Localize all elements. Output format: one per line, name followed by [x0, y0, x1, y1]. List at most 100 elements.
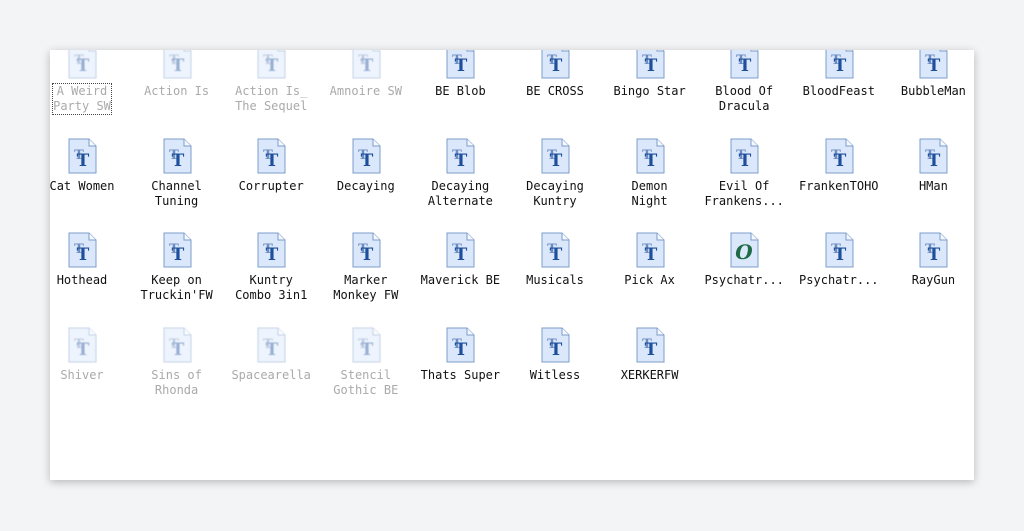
- file-item[interactable]: T T Psychatr...: [793, 231, 885, 288]
- file-name-label: XERKERFW: [620, 367, 679, 382]
- file-item[interactable]: T T Witless: [509, 326, 601, 383]
- svg-text:T: T: [171, 340, 184, 360]
- file-name-label: Musicals: [526, 273, 584, 287]
- svg-text:O: O: [735, 240, 753, 264]
- file-item[interactable]: T TA Weird Party SW: [50, 50, 128, 115]
- file-item[interactable]: T T Kuntry Combo 3in1: [225, 231, 317, 303]
- file-item[interactable]: T T Demon Night: [604, 137, 696, 209]
- svg-text:T: T: [550, 245, 563, 265]
- svg-text:T: T: [266, 151, 279, 171]
- svg-text:T: T: [928, 151, 941, 171]
- file-item[interactable]: T T Blood Of Dracula: [698, 50, 790, 114]
- file-item[interactable]: T T BloodFeast: [793, 50, 885, 99]
- opentype-font-icon: O: [728, 231, 760, 269]
- file-item[interactable]: T T Thats Super: [414, 326, 506, 383]
- truetype-font-icon: T T: [539, 137, 571, 175]
- truetype-font-icon: T T: [255, 137, 287, 175]
- file-item[interactable]: T T Action Is_ The Sequel: [225, 50, 317, 114]
- truetype-font-icon: T T: [161, 326, 193, 364]
- truetype-font-icon: T T: [917, 137, 949, 175]
- truetype-font-icon: T T: [255, 231, 287, 269]
- truetype-font-icon: T T: [255, 326, 287, 364]
- file-item[interactable]: T T Decaying Alternate: [414, 137, 506, 209]
- file-item[interactable]: T T Amnoire SW: [320, 50, 412, 99]
- file-name-label: Decaying: [336, 178, 395, 193]
- truetype-font-icon: T T: [66, 231, 98, 269]
- svg-text:T: T: [266, 56, 279, 76]
- truetype-font-icon: T T: [350, 50, 382, 80]
- truetype-font-icon: T T: [350, 326, 382, 364]
- file-name-label: Demon Night: [631, 178, 668, 208]
- truetype-font-icon: T T: [728, 137, 760, 175]
- svg-text:T: T: [171, 245, 184, 265]
- truetype-font-icon: T T: [350, 137, 382, 175]
- svg-text:T: T: [77, 56, 90, 76]
- file-item[interactable]: T T XERKERFW: [604, 326, 696, 383]
- svg-text:T: T: [833, 56, 846, 76]
- file-name-label: Amnoire SW: [329, 84, 402, 98]
- file-name-label: Corrupter: [238, 178, 304, 193]
- file-item[interactable]: T T HMan: [887, 137, 974, 194]
- svg-text:T: T: [644, 340, 657, 360]
- truetype-font-icon: T T: [444, 50, 476, 80]
- truetype-font-icon: T T: [634, 326, 666, 364]
- file-icon-view[interactable]: T TA Weird Party SW T T Action Is T T Acti…: [50, 50, 974, 480]
- svg-text:T: T: [550, 340, 563, 360]
- file-name-label: HMan: [918, 178, 948, 193]
- truetype-font-icon: T T: [539, 231, 571, 269]
- truetype-font-icon: T T: [66, 50, 98, 80]
- file-item[interactable]: T T RayGun: [887, 231, 974, 288]
- file-item[interactable]: T T Shiver: [50, 326, 128, 383]
- svg-text:T: T: [171, 56, 184, 76]
- file-item[interactable]: T T BubbleMan: [887, 50, 974, 99]
- file-item[interactable]: T T BE CROSS: [509, 50, 601, 99]
- truetype-font-icon: T T: [444, 137, 476, 175]
- svg-text:T: T: [360, 151, 373, 171]
- svg-text:T: T: [77, 245, 90, 265]
- file-item[interactable]: T T Decaying Kuntry: [509, 137, 601, 209]
- file-item[interactable]: T T Cat Women: [50, 137, 128, 194]
- file-item[interactable]: T T Action Is: [131, 50, 223, 99]
- svg-text:T: T: [833, 245, 846, 265]
- file-item[interactable]: T T Corrupter: [225, 137, 317, 194]
- file-name-label: Blood Of Dracula: [715, 84, 774, 113]
- file-name-label: Decaying Alternate: [427, 178, 493, 208]
- file-item[interactable]: T T Marker Monkey FW: [320, 231, 412, 303]
- file-name-label: Thats Super: [420, 367, 501, 382]
- file-name-label: Keep on Truckin'FW: [140, 273, 213, 302]
- truetype-font-icon: T T: [634, 231, 666, 269]
- file-item[interactable]: T T Bingo Star: [604, 50, 696, 99]
- file-item[interactable]: T T BE Blob: [414, 50, 506, 99]
- file-name-label: Bingo Star: [613, 84, 686, 98]
- svg-text:T: T: [171, 151, 184, 171]
- file-item[interactable]: T T Musicals: [509, 231, 601, 288]
- file-item[interactable]: T T Stencil Gothic BE: [320, 326, 412, 398]
- truetype-font-icon: T T: [161, 231, 193, 269]
- file-item[interactable]: T T Maverick BE: [414, 231, 506, 288]
- file-name-label: Decaying Kuntry: [526, 178, 584, 208]
- file-item[interactable]: T T Decaying: [320, 137, 412, 194]
- truetype-font-icon: T T: [161, 137, 193, 175]
- truetype-font-icon: T T: [539, 326, 571, 364]
- file-item[interactable]: T T Sins of Rhonda: [131, 326, 223, 398]
- file-item[interactable]: T T Channel Tuning: [131, 137, 223, 209]
- svg-text:T: T: [644, 56, 657, 76]
- file-name-label: Evil Of Frankens...: [704, 178, 784, 208]
- file-item[interactable]: T T Keep on Truckin'FW: [131, 231, 223, 303]
- file-name-label: RayGun: [911, 273, 956, 287]
- file-item[interactable]: T T Pick Ax: [604, 231, 696, 288]
- file-item[interactable]: T T Evil Of Frankens...: [698, 137, 790, 209]
- file-name-label: Channel Tuning: [151, 178, 202, 208]
- file-name-label: Action Is_ The Sequel: [235, 84, 308, 113]
- file-name-label: BloodFeast: [802, 84, 875, 98]
- truetype-font-icon: T T: [634, 50, 666, 80]
- file-item[interactable]: T T Spacearella: [225, 326, 317, 383]
- file-item[interactable]: T T FrankenTOHO: [793, 137, 885, 194]
- file-item[interactable]: O Psychatr...: [698, 231, 790, 288]
- svg-text:T: T: [266, 245, 279, 265]
- svg-text:T: T: [77, 151, 90, 171]
- truetype-font-icon: T T: [823, 137, 855, 175]
- file-name-label: Action Is: [144, 84, 210, 98]
- file-name-label: BE Blob: [435, 84, 486, 98]
- file-item[interactable]: T T Hothead: [50, 231, 128, 288]
